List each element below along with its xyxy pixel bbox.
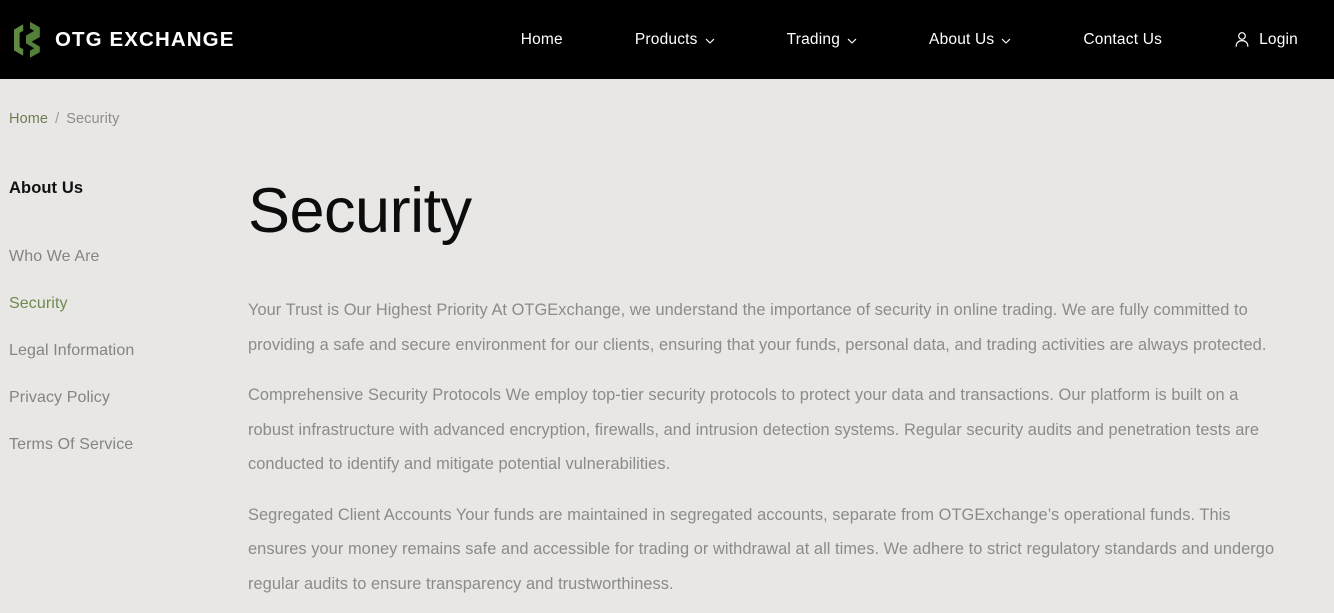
chevron-down-icon bbox=[847, 38, 857, 44]
breadcrumb: Home / Security bbox=[0, 79, 1334, 127]
brand-logo[interactable]: OTG EXCHANGE bbox=[10, 21, 235, 59]
nav-item-about-us[interactable]: About Us bbox=[893, 23, 1047, 57]
site-header: OTG EXCHANGE Home Products Trading About… bbox=[0, 0, 1334, 79]
page-title: Security bbox=[248, 176, 472, 246]
chevron-down-icon bbox=[1002, 38, 1011, 44]
sidebar: About Us Who We Are Security Legal Infor… bbox=[0, 179, 248, 454]
chevron-down-icon bbox=[705, 38, 714, 44]
page-body: About Us Who We Are Security Legal Infor… bbox=[0, 127, 1334, 601]
sidebar-item-terms-of-service[interactable]: Terms Of Service bbox=[9, 436, 133, 454]
sidebar-item-privacy-policy[interactable]: Privacy Policy bbox=[9, 389, 110, 407]
list-item: Security bbox=[9, 295, 248, 313]
brand-name: OTG EXCHANGE bbox=[55, 27, 235, 51]
breadcrumb-home-link[interactable]: Home bbox=[9, 111, 48, 127]
nav-item-products[interactable]: Products bbox=[599, 23, 751, 57]
content-paragraph: Comprehensive Security Protocols We empl… bbox=[248, 386, 1260, 474]
nav-item-label: About Us bbox=[929, 30, 995, 48]
sidebar-menu: Who We Are Security Legal Information Pr… bbox=[9, 248, 248, 454]
nav-item-contact-us[interactable]: Contact Us bbox=[1047, 23, 1198, 57]
user-icon bbox=[1235, 32, 1249, 47]
breadcrumb-current: Security bbox=[66, 111, 120, 127]
sidebar-item-who-we-are[interactable]: Who We Are bbox=[9, 248, 100, 266]
nav-item-label: Trading bbox=[786, 30, 841, 48]
list-item: Who We Are bbox=[9, 248, 248, 266]
list-item: Terms Of Service bbox=[9, 436, 248, 454]
login-label: Login bbox=[1259, 30, 1298, 48]
nav-item-trading[interactable]: Trading bbox=[751, 23, 893, 57]
nav-item-home[interactable]: Home bbox=[485, 23, 599, 57]
login-button[interactable]: Login bbox=[1198, 23, 1298, 57]
main-content: Security Your Trust is Our Highest Prior… bbox=[248, 179, 1334, 601]
list-item: Privacy Policy bbox=[9, 389, 248, 407]
content-paragraph: Segregated Client Accounts Your funds ar… bbox=[248, 505, 1275, 593]
main-navigation: Home Products Trading About Us Contact U… bbox=[485, 23, 1298, 57]
sidebar-title: About Us bbox=[9, 179, 84, 197]
nav-item-label: Products bbox=[634, 30, 698, 48]
content-paragraph: Your Trust is Our Highest Priority At OT… bbox=[248, 301, 1267, 354]
otg-logo-mark-icon bbox=[14, 21, 40, 58]
list-item: Legal Information bbox=[9, 342, 248, 360]
sidebar-item-legal-information[interactable]: Legal Information bbox=[9, 342, 134, 360]
breadcrumb-separator: / bbox=[55, 111, 60, 127]
nav-item-label: Home bbox=[520, 30, 563, 48]
nav-item-label: Contact Us bbox=[1083, 30, 1163, 48]
sidebar-item-security[interactable]: Security bbox=[9, 295, 68, 313]
